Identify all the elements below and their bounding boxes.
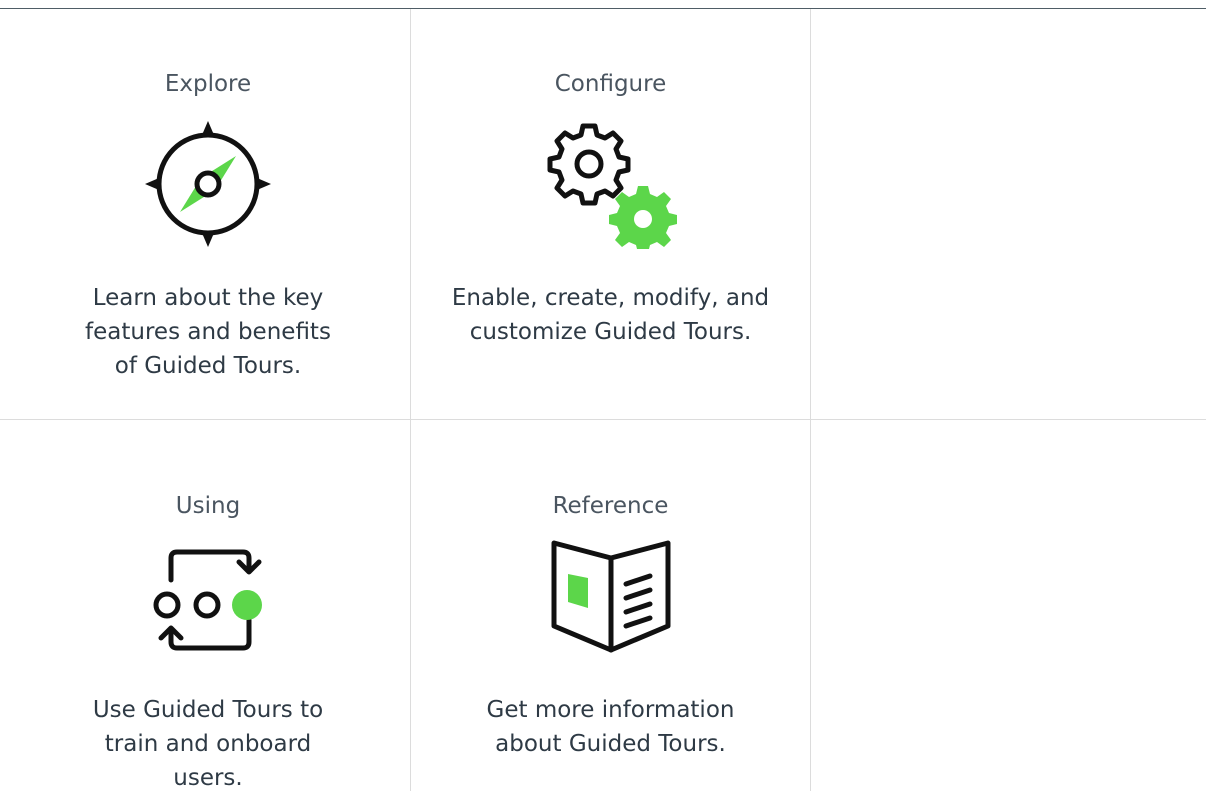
card-title: Reference (552, 493, 669, 519)
card-title: Explore (164, 71, 252, 97)
card-description: Learn about the key features and benefit… (85, 285, 331, 379)
card-reference[interactable]: Reference Get more information about Gui… (410, 420, 810, 791)
card-description: Get more information about Guided Tours. (486, 697, 735, 757)
card-grid: Explore Learn about the key features and… (0, 9, 1206, 791)
card-title: Configure (554, 71, 667, 97)
empty-cell (810, 9, 1206, 419)
card-description: Use Guided Tours to train and onboard us… (92, 697, 324, 791)
empty-cell (810, 420, 1206, 791)
card-description: Enable, create, modify, and customize Gu… (451, 285, 770, 345)
card-using[interactable]: Using Use Guided Tours to train and onbo… (8, 420, 408, 791)
card-row-2: Using Use Guided Tours to train and onbo… (0, 420, 1206, 791)
compass-icon (143, 119, 273, 253)
card-row-1: Explore Learn about the key features and… (0, 9, 1206, 420)
open-book-icon (546, 540, 676, 664)
cycle-steps-icon (143, 540, 273, 664)
card-title: Using (175, 493, 241, 519)
gears-icon (541, 119, 681, 253)
card-explore[interactable]: Explore Learn about the key features and… (8, 9, 408, 419)
card-configure[interactable]: Configure Enable, create, modify, and cu… (410, 9, 810, 419)
